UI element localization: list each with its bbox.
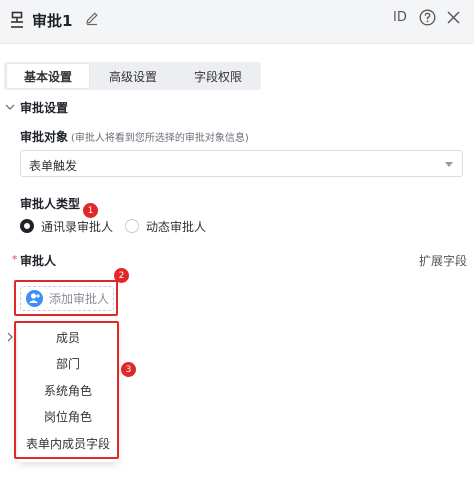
- radio-label: 动态审批人: [146, 219, 207, 234]
- approval-target-value: 表单触发: [29, 159, 78, 173]
- radio-contacts-approver[interactable]: 通讯录审批人: [20, 218, 113, 234]
- tab-basic-settings[interactable]: 基本设置: [7, 64, 89, 88]
- approval-target-hint: (审批人将看到您所选择的审批对象信息): [71, 133, 249, 144]
- approval-node-icon: [11, 11, 23, 28]
- caret-down-icon: [445, 162, 453, 167]
- section-title: 审批设置: [20, 101, 69, 115]
- edit-pencil-icon[interactable]: [84, 10, 100, 26]
- node-title: 审批1: [32, 12, 73, 30]
- close-icon[interactable]: [446, 10, 461, 25]
- radio-button[interactable]: [125, 219, 139, 233]
- annotation-badge-1: 1: [83, 203, 98, 218]
- radio-label: 通讯录审批人: [41, 219, 114, 234]
- annotation-box-3: [14, 321, 119, 459]
- required-mark: *: [12, 253, 18, 266]
- approver-label: 审批人: [20, 254, 57, 268]
- approval-target-label: 审批对象 (审批人将看到您所选择的审批对象信息): [20, 130, 249, 144]
- radio-button-checked[interactable]: [20, 219, 34, 233]
- settings-tabs: 基本设置 高级设置 字段权限: [4, 62, 261, 90]
- approval-target-select[interactable]: 表单触发: [20, 150, 463, 177]
- chevron-down-icon[interactable]: [4, 101, 16, 113]
- annotation-box-2: [14, 280, 118, 316]
- help-circle-icon[interactable]: [419, 9, 436, 26]
- approver-type-label: 审批人类型: [20, 197, 81, 211]
- id-button[interactable]: ID: [393, 10, 407, 25]
- annotation-badge-2: 2: [114, 268, 129, 283]
- panel-header: 审批1 ID: [0, 0, 474, 44]
- tab-field-permissions[interactable]: 字段权限: [177, 64, 259, 88]
- annotation-badge-3: 3: [121, 362, 136, 377]
- radio-dynamic-approver[interactable]: 动态审批人: [125, 218, 206, 234]
- tab-advanced-settings[interactable]: 高级设置: [91, 64, 175, 88]
- extend-fields-link[interactable]: 扩展字段: [419, 252, 467, 269]
